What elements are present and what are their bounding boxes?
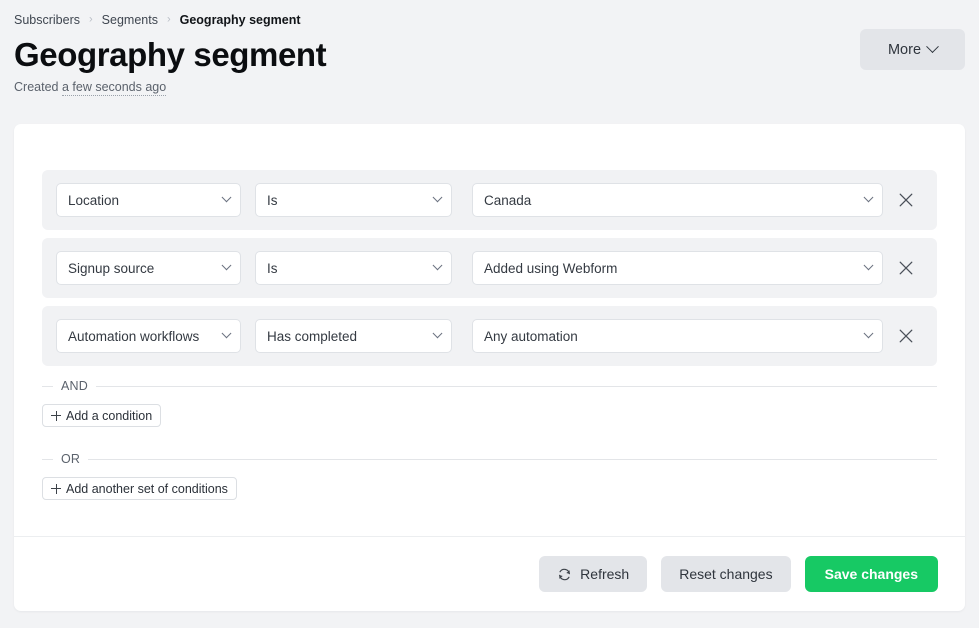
page-header: Subscribers › Segments › Geography segme… [0,0,979,96]
chevron-down-icon [926,40,939,54]
breadcrumb-item-subscribers[interactable]: Subscribers [14,12,80,28]
condition-operator-value: Is [267,192,278,208]
condition-row: Automation workflows Has completed Any a… [42,306,937,366]
condition-field-select[interactable]: Location [56,183,241,217]
condition-field-select[interactable]: Automation workflows [56,319,241,353]
segment-editor-page: Subscribers › Segments › Geography segme… [0,0,979,628]
add-condition-set-label: Add another set of conditions [66,481,228,496]
more-button[interactable]: More [860,29,965,70]
chevron-down-icon [221,328,232,339]
close-icon [899,261,913,275]
segment-conditions-card: Location Is Canada Signup source Is Adde… [14,124,965,611]
and-label: AND [61,379,88,393]
condition-row: Location Is Canada [42,170,937,230]
separator-line-left [42,385,53,387]
chevron-down-icon [863,260,874,271]
condition-value-text: Added using Webform [484,260,618,276]
card-body: Location Is Canada Signup source Is Adde… [14,124,965,512]
chevron-down-icon [432,192,443,203]
chevron-down-icon [221,192,232,203]
condition-field-value: Location [68,192,120,208]
separator-line-right [88,458,937,460]
condition-value-text: Canada [484,192,532,208]
breadcrumb: Subscribers › Segments › Geography segme… [14,12,965,28]
remove-condition-button[interactable] [889,251,923,285]
chevron-down-icon [863,328,874,339]
chevron-down-icon [863,192,874,203]
add-condition-set-button[interactable]: Add another set of conditions [42,477,237,500]
condition-field-select[interactable]: Signup source [56,251,241,285]
more-button-label: More [887,41,922,58]
condition-operator-value: Is [267,260,278,276]
created-relative-time: a few seconds ago [61,80,167,96]
condition-field-value: Signup source [68,260,155,276]
plus-icon [51,410,61,421]
refresh-button-label: Refresh [580,566,630,582]
chevron-down-icon [221,260,232,271]
chevron-down-icon [432,260,443,271]
breadcrumb-item-segments[interactable]: Segments [102,12,158,28]
add-condition-button[interactable]: Add a condition [42,404,162,427]
save-changes-label: Save changes [824,566,918,582]
condition-operator-select[interactable]: Has completed [255,319,452,353]
condition-row: Signup source Is Added using Webform [42,238,937,298]
and-separator: AND [42,378,937,394]
condition-value-select[interactable]: Any automation [472,319,883,353]
condition-value-select[interactable]: Added using Webform [472,251,883,285]
created-timestamp: Created a few seconds ago [14,79,965,96]
refresh-button[interactable]: Refresh [539,556,648,592]
close-icon [899,193,913,207]
save-changes-button[interactable]: Save changes [804,556,938,592]
condition-value-select[interactable]: Canada [472,183,883,217]
separator-line-left [42,458,53,460]
or-label: OR [61,452,81,466]
condition-operator-select[interactable]: Is [255,183,452,217]
condition-operator-select[interactable]: Is [255,251,452,285]
breadcrumb-separator-icon: › [166,13,171,26]
chevron-down-icon [432,328,443,339]
or-separator: OR [42,451,937,467]
add-condition-label: Add a condition [66,408,153,423]
breadcrumb-separator-icon: › [89,13,93,26]
breadcrumb-item-current: Geography segment [179,13,301,27]
reset-changes-label: Reset changes [679,566,773,582]
page-title: Geography segment [14,36,327,73]
condition-operator-value: Has completed [267,328,358,344]
remove-condition-button[interactable] [889,319,923,353]
refresh-icon [559,568,571,580]
card-footer: Refresh Reset changes Save changes [14,536,965,611]
separator-line-right [96,385,937,387]
close-icon [899,329,913,343]
plus-icon [51,483,61,494]
condition-value-text: Any automation [484,328,578,344]
remove-condition-button[interactable] [889,183,923,217]
created-label: Created [14,80,59,94]
condition-field-value: Automation workflows [68,328,200,344]
reset-changes-button[interactable]: Reset changes [661,556,791,592]
